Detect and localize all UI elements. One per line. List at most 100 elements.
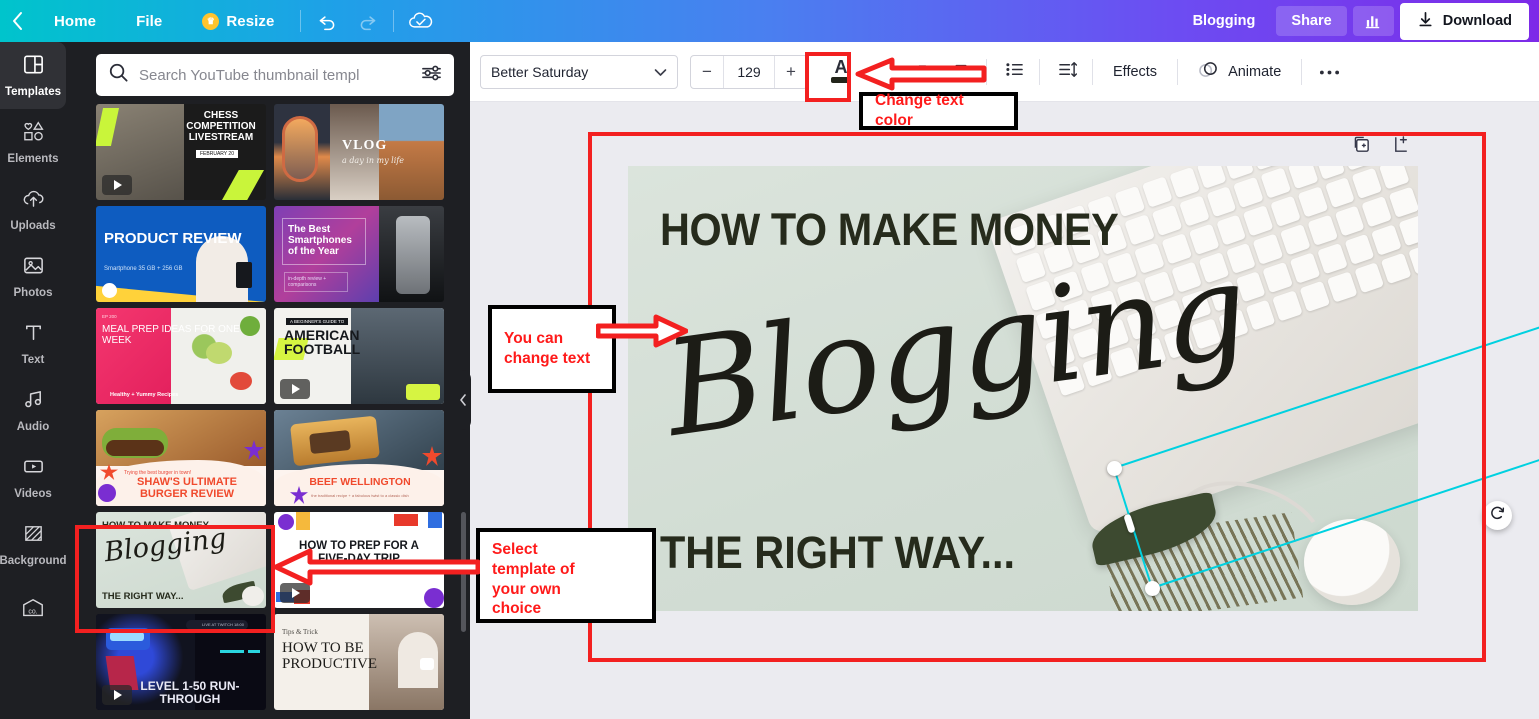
- undo-icon[interactable]: [307, 0, 347, 42]
- menu-resize-label: Resize: [226, 12, 275, 30]
- sidebar-item-elements[interactable]: Elements: [0, 109, 66, 176]
- menu-resize[interactable]: ♛ Resize: [182, 0, 294, 42]
- animate-button[interactable]: Animate: [1184, 53, 1295, 91]
- template-card-level-run-title: LEVEL 1-50 RUN-THROUGH: [140, 679, 240, 706]
- template-card-product-review[interactable]: PRODUCT REVIEW Smartphone 35 GB + 256 GB: [96, 206, 266, 302]
- selection-handle-bottom[interactable]: [1145, 581, 1160, 596]
- plus-icon: +: [786, 61, 796, 81]
- menu-file[interactable]: File: [116, 0, 182, 42]
- template-card-vlog-title: VLOG: [342, 138, 388, 153]
- menu-home[interactable]: Home: [34, 0, 116, 42]
- template-card-five-day-trip[interactable]: HOW TO PREP FOR A FIVE-DAY TRIP: [274, 512, 444, 608]
- search-bar[interactable]: [96, 54, 454, 96]
- sidebar-item-brand[interactable]: co.: [0, 578, 66, 645]
- download-button[interactable]: Download: [1399, 2, 1529, 40]
- menu-home-label: Home: [54, 12, 97, 30]
- chevron-left-icon[interactable]: [0, 0, 34, 42]
- duplicate-page-icon[interactable]: [1352, 135, 1371, 159]
- font-size-increase[interactable]: +: [775, 56, 807, 88]
- rotate-handle[interactable]: [1483, 501, 1512, 530]
- redo-icon[interactable]: [347, 0, 387, 42]
- selection-handle-left[interactable]: [1107, 461, 1122, 476]
- template-card-football[interactable]: A BEGINNER'S GUIDE TO AMERICAN FOOTBALL: [274, 308, 444, 404]
- underline-button[interactable]: [942, 53, 980, 91]
- sidebar-item-audio[interactable]: Audio: [0, 377, 66, 444]
- text-color-button[interactable]: A: [822, 53, 860, 91]
- sidebar-item-background[interactable]: Background: [0, 511, 67, 578]
- annotation-you-can-change-text: You can change text: [488, 305, 616, 393]
- template-card-chess-subtitle: FEBRUARY 20: [196, 150, 238, 158]
- headline-bottom-text[interactable]: THE RIGHT WAY...: [660, 527, 1015, 579]
- effects-button[interactable]: Effects: [1099, 53, 1171, 91]
- design-page[interactable]: HOW TO MAKE MONEY Blogging THE RIGHT WAY…: [628, 166, 1418, 611]
- crown-icon: ♛: [202, 12, 220, 30]
- annotation-select-template: Select template of your own choice: [476, 528, 656, 623]
- play-badge[interactable]: [280, 583, 310, 603]
- play-badge[interactable]: [102, 685, 132, 705]
- project-title-label: Blogging: [1192, 13, 1256, 29]
- sidebar-item-videos[interactable]: Videos: [0, 444, 66, 511]
- template-card-vlog[interactable]: VLOG a day in my life: [274, 104, 444, 200]
- sidebar-item-audio-label: Audio: [16, 421, 50, 433]
- sidebar-item-photos[interactable]: Photos: [0, 243, 66, 310]
- toolbar-divider-4: [1177, 58, 1179, 85]
- template-card-wellington-title: BEEF WELLINGTON: [309, 476, 411, 488]
- template-card-blogging[interactable]: HOW TO MAKE MONEY Blogging THE RIGHT WAY…: [96, 512, 266, 608]
- annotation-you-can-change-text-label: You can change text: [504, 330, 591, 367]
- template-card-smartphones[interactable]: The Best Smartphones of the Year in-dept…: [274, 206, 444, 302]
- download-icon: [1417, 11, 1434, 32]
- cloud-saved-icon[interactable]: [400, 0, 440, 42]
- panel-scrollbar[interactable]: [461, 512, 466, 632]
- sidebar-item-videos-label: Videos: [14, 488, 52, 500]
- effects-label: Effects: [1113, 63, 1158, 80]
- search-input[interactable]: [139, 66, 411, 84]
- more-options-button[interactable]: [1310, 53, 1348, 91]
- toolbar-divider-5: [1301, 58, 1303, 85]
- left-sidebar-rail: Templates Elements Uploads Photos Text A…: [0, 42, 67, 719]
- template-card-smartphones-subtitle: in-depth review + comparisons: [284, 272, 348, 292]
- bullet-list-icon: [1005, 61, 1024, 83]
- bar-chart-icon[interactable]: [1352, 6, 1394, 36]
- font-family-select[interactable]: Better Saturday: [480, 54, 678, 89]
- bold-button[interactable]: B: [862, 53, 900, 91]
- elements-icon: [22, 120, 45, 148]
- filter-sliders-icon[interactable]: [421, 64, 442, 87]
- sidebar-item-text[interactable]: Text: [0, 310, 66, 377]
- template-card-chess[interactable]: CHESS COMPETITION LIVESTREAM FEBRUARY 20: [96, 104, 266, 200]
- search-icon: [108, 62, 129, 88]
- play-badge[interactable]: [102, 175, 132, 195]
- svg-text:B: B: [875, 62, 885, 78]
- canva-editor-app: Home File ♛ Resize Blogging Share Downlo…: [0, 0, 1539, 719]
- font-size-value[interactable]: 129: [723, 55, 775, 88]
- template-card-vlog-subtitle: a day in my life: [342, 156, 404, 165]
- template-card-wellington-subtitle: the traditional recipe + a fabulous twis…: [311, 493, 409, 498]
- animate-circles-icon: [1198, 60, 1219, 83]
- sidebar-item-templates-label: Templates: [4, 86, 62, 98]
- template-card-meal-prep-title: MEAL PREP IDEAS FOR ONE WEEK: [102, 324, 240, 346]
- template-card-level-run-subtitle: LIVE AT TWITCH 18:00: [201, 622, 244, 627]
- bullet-list-button[interactable]: [995, 53, 1033, 91]
- template-card-chess-title: CHESS COMPETITION LIVESTREAM: [186, 110, 256, 143]
- sidebar-item-templates[interactable]: Templates: [0, 42, 66, 109]
- project-title[interactable]: Blogging: [1178, 6, 1271, 36]
- header-divider-2: [393, 10, 395, 32]
- template-card-level-run[interactable]: LIVE AT TWITCH 18:00 LEVEL 1-50 RUN-THRO…: [96, 614, 266, 710]
- italic-button[interactable]: T: [902, 53, 940, 91]
- sidebar-item-text-label: Text: [21, 354, 45, 366]
- add-page-icon[interactable]: [1392, 135, 1411, 159]
- text-t-icon: [22, 321, 45, 349]
- headline-top-text[interactable]: HOW TO MAKE MONEY: [660, 204, 1119, 256]
- template-card-burger[interactable]: Trying the best burger in town! SHAW'S U…: [96, 410, 266, 506]
- template-card-meal-prep[interactable]: EP 200 MEAL PREP IDEAS FOR ONE WEEK Heal…: [96, 308, 266, 404]
- sidebar-item-uploads[interactable]: Uploads: [0, 176, 66, 243]
- collapse-panel-handle[interactable]: [455, 370, 471, 430]
- play-badge[interactable]: [280, 379, 310, 399]
- template-card-productive-subtitle: Tips & Trick: [282, 628, 318, 636]
- template-card-productive[interactable]: Tips & Trick HOW TO BE PRODUCTIVE: [274, 614, 444, 710]
- font-size-decrease[interactable]: −: [691, 56, 723, 88]
- chevron-down-icon: [654, 64, 667, 80]
- template-card-wellington[interactable]: BEEF WELLINGTON the traditional recipe +…: [274, 410, 444, 506]
- italic-icon: T: [913, 61, 930, 83]
- line-spacing-button[interactable]: [1048, 53, 1086, 91]
- share-button[interactable]: Share: [1276, 6, 1347, 36]
